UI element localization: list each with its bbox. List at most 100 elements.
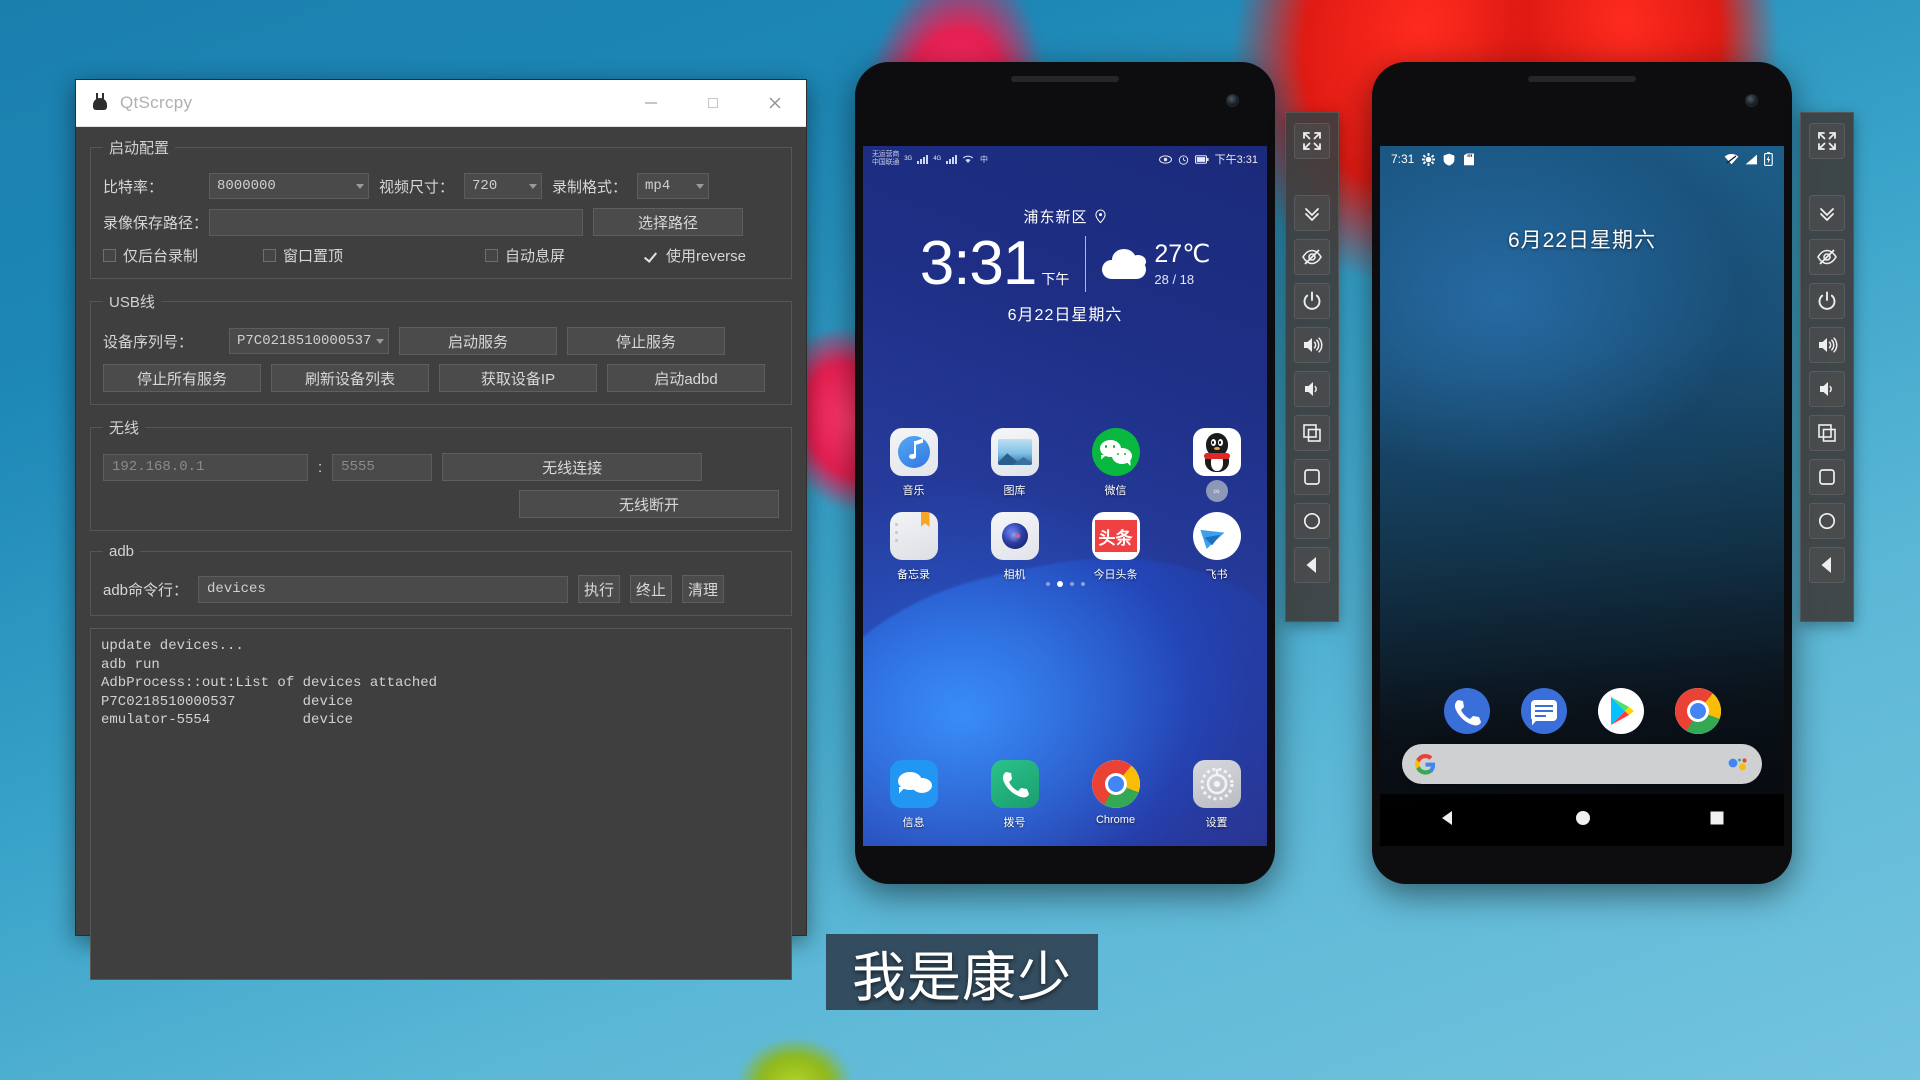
home-circle-icon[interactable] (1809, 503, 1845, 539)
video-size-value: 720 (472, 178, 498, 194)
clock-weather-widget[interactable]: 浦东新区 3:31 下午 27℃ 28 / 18 6月22日星期六 (863, 206, 1267, 325)
chrome-icon[interactable] (1674, 688, 1721, 734)
get-device-ip-button[interactable]: 获取设备IP (439, 364, 597, 392)
app-item-music[interactable]: 音乐 (863, 428, 964, 498)
back-triangle-icon[interactable] (1438, 808, 1458, 833)
statusbar-right-icons (1724, 152, 1773, 166)
adb-command-input[interactable]: devices (198, 575, 569, 603)
dock-item-messages[interactable]: 信息 (863, 760, 964, 830)
statusbar-right-icons: 下午3:31 (1158, 151, 1258, 167)
window-titlebar[interactable]: QtScrcpy (76, 80, 806, 127)
bitrate-combo[interactable]: 8000000 (209, 173, 369, 199)
shield-icon (1443, 153, 1455, 166)
adb-terminate-button[interactable]: 终止 (630, 575, 673, 603)
home-circle-icon[interactable] (1574, 809, 1592, 832)
menu-square-icon[interactable] (1809, 459, 1845, 495)
app-item-notes[interactable]: 备忘录 (863, 512, 964, 582)
recents-square-icon[interactable] (1708, 809, 1726, 832)
expand-notification-icon[interactable] (1809, 195, 1845, 231)
screen-off-icon[interactable] (1809, 239, 1845, 275)
app-item-qq[interactable]: QQ ∞ (1166, 428, 1267, 502)
checkbox-use-reverse[interactable]: 使用reverse (645, 245, 746, 266)
home-dock: 信息 拨号 Chrome 设置 (863, 760, 1267, 830)
adb-execute-button[interactable]: 执行 (578, 575, 621, 603)
wireless-port-input[interactable]: 5555 (332, 453, 433, 481)
start-service-button[interactable]: 启动服务 (399, 327, 557, 355)
dock-item-dialer[interactable]: 拨号 (964, 760, 1065, 830)
volume-up-icon[interactable] (1809, 327, 1845, 363)
wireless-connect-button[interactable]: 无线连接 (442, 453, 703, 481)
volume-down-icon[interactable] (1294, 371, 1330, 407)
dock-item-chrome[interactable]: Chrome (1065, 760, 1166, 830)
checkbox-always-on-top[interactable]: 窗口置顶 (263, 245, 485, 266)
app-item-toutiao[interactable]: 头条 今日头条 (1065, 512, 1166, 582)
dock-label: 信息 (902, 817, 925, 829)
signal-icon (1745, 154, 1757, 164)
fullscreen-icon[interactable] (1809, 123, 1845, 159)
app-label: 音乐 (902, 485, 925, 497)
widget-divider (1085, 236, 1087, 292)
checkbox-auto-screen-off[interactable]: 自动息屏 (485, 245, 645, 266)
background-art-green (740, 1040, 850, 1080)
stop-all-services-button[interactable]: 停止所有服务 (103, 364, 261, 392)
volume-down-icon[interactable] (1809, 371, 1845, 407)
record-format-combo[interactable]: mp4 (637, 173, 710, 199)
app-switch-icon[interactable] (1294, 415, 1330, 451)
page-dot[interactable] (1045, 582, 1050, 586)
home-circle-icon[interactable] (1294, 503, 1330, 539)
google-search-bar[interactable] (1402, 744, 1762, 784)
phone-dialer-icon[interactable] (1443, 688, 1490, 734)
window-controls (620, 80, 806, 126)
refresh-devices-button[interactable]: 刷新设备列表 (271, 364, 429, 392)
start-adbd-button[interactable]: 启动adbd (607, 364, 765, 392)
stop-service-button[interactable]: 停止服务 (567, 327, 725, 355)
adb-command-row: adb命令行： devices 执行 终止 清理 (103, 575, 779, 603)
bitrate-label: 比特率： (103, 178, 164, 196)
power-icon[interactable] (1809, 283, 1845, 319)
messages-icon[interactable] (1520, 688, 1567, 734)
navigation-bar (1380, 794, 1784, 846)
page-dot[interactable] (1080, 582, 1085, 586)
page-dot[interactable] (1069, 582, 1074, 586)
close-icon[interactable] (744, 80, 806, 126)
expand-notification-icon[interactable] (1294, 195, 1330, 231)
play-store-icon[interactable] (1597, 688, 1644, 734)
app-label: 微信 (1104, 485, 1127, 497)
maximize-icon[interactable] (682, 80, 744, 126)
log-output[interactable]: update devices... adb run AdbProcess::ou… (90, 628, 792, 980)
app-item-gallery[interactable]: 图库 (964, 428, 1065, 498)
choose-path-button[interactable]: 选择路径 (593, 208, 743, 236)
dock-item-settings[interactable]: 设置 (1166, 760, 1267, 830)
back-arrow-icon[interactable] (1809, 547, 1845, 583)
minimize-icon[interactable] (620, 80, 682, 126)
statusbar-time: 下午3:31 (1214, 154, 1258, 166)
page-dot-active[interactable] (1056, 581, 1063, 587)
checkbox-auto-screen-off-label: 自动息屏 (505, 248, 566, 265)
phone-left-screen[interactable]: 无运营商 中国联通 3G 4G 中 下午3:31 浦东新区 3:31 下午 27… (863, 146, 1267, 846)
app-badge: ∞ (1205, 480, 1228, 502)
back-arrow-icon[interactable] (1294, 547, 1330, 583)
video-size-combo[interactable]: 720 (464, 173, 543, 199)
fullscreen-icon[interactable] (1294, 123, 1330, 159)
adb-clear-button[interactable]: 清理 (682, 575, 725, 603)
wireless-disconnect-button[interactable]: 无线断开 (519, 490, 779, 518)
subtitle-text: 我是康少 (852, 945, 1072, 1009)
save-path-input[interactable] (209, 208, 583, 236)
wireless-ip-input[interactable]: 192.168.0.1 (103, 453, 308, 481)
serial-combo[interactable]: P7C0218510000537 (229, 328, 389, 354)
save-path-row: 录像保存路径： 选择路径 (103, 208, 779, 236)
app-switch-icon[interactable] (1809, 415, 1845, 451)
power-icon[interactable] (1294, 283, 1330, 319)
app-item-camera[interactable]: 相机 (964, 512, 1065, 582)
qtscrcpy-window: QtScrcpy 启动配置 比特率： 8000000 视频尺寸： 720 录制格… (75, 79, 807, 980)
desktop-background: QtScrcpy 启动配置 比特率： 8000000 视频尺寸： 720 录制格… (0, 0, 1920, 1080)
checkbox-background-record[interactable]: 仅后台录制 (103, 245, 263, 266)
phone-right-dock (1380, 688, 1784, 734)
screen-off-icon[interactable] (1294, 239, 1330, 275)
app-item-feishu[interactable]: 飞书 (1166, 512, 1267, 582)
volume-up-icon[interactable] (1294, 327, 1330, 363)
menu-square-icon[interactable] (1294, 459, 1330, 495)
phone-right-screen[interactable]: 7:31 6月22日星期六 (1380, 146, 1784, 846)
google-assistant-icon[interactable] (1727, 756, 1749, 772)
app-item-wechat[interactable]: 微信 (1065, 428, 1166, 498)
